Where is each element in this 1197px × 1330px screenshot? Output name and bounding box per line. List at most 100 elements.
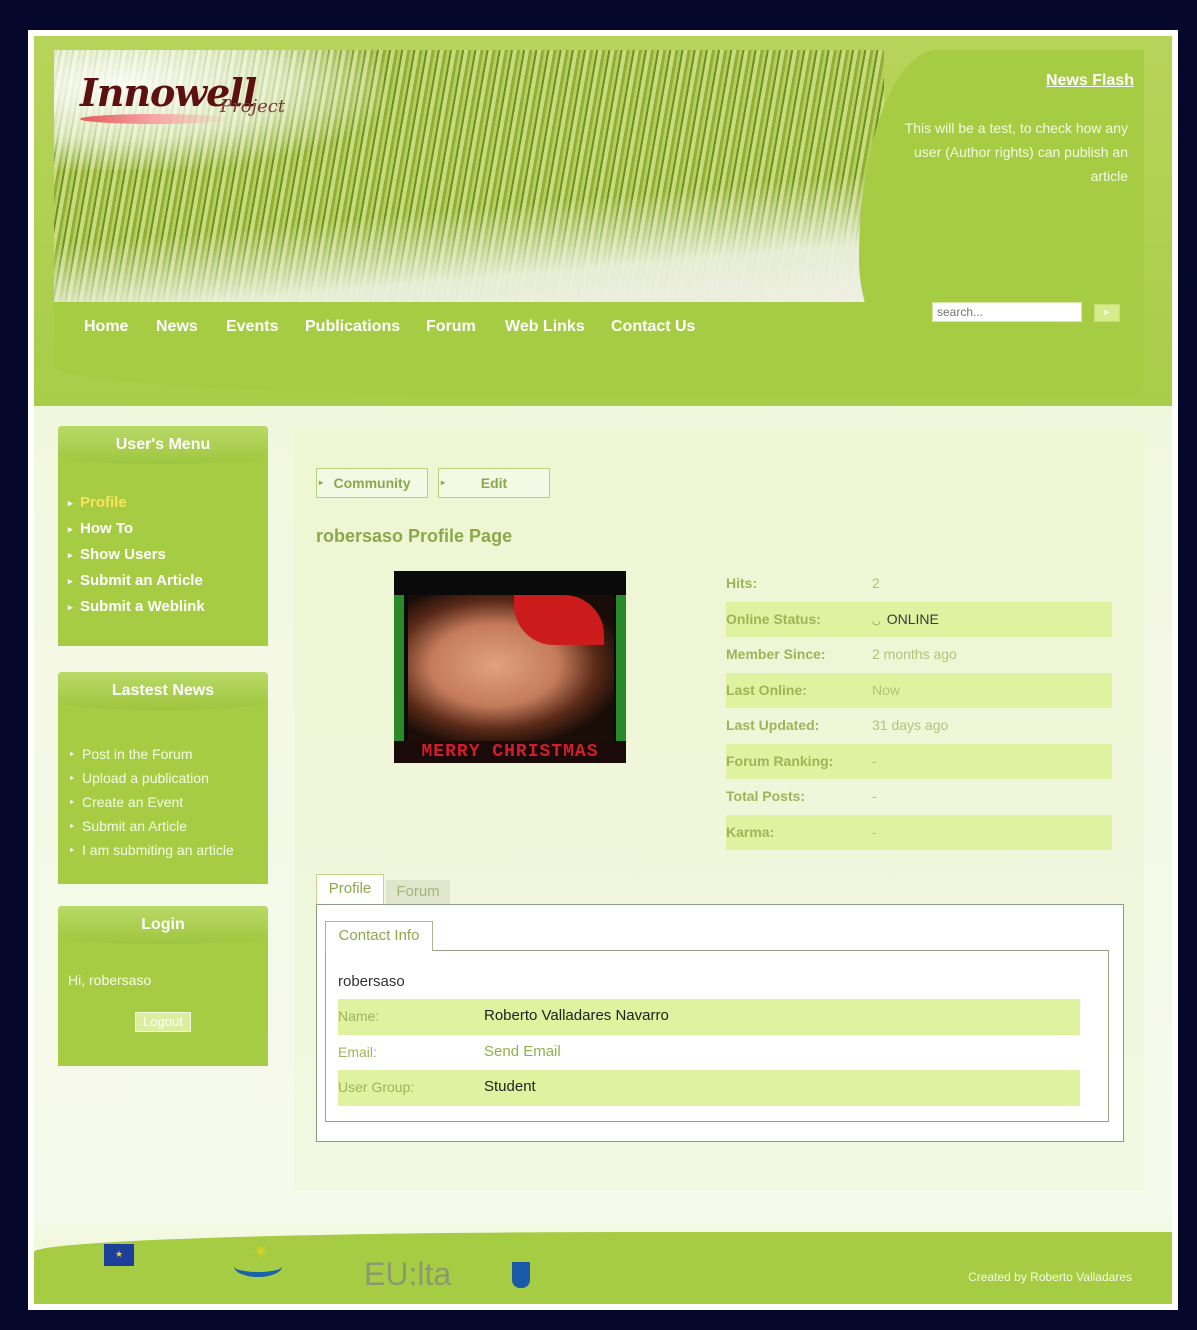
stat-value: 2 months ago — [872, 646, 957, 662]
eu-flag-logo: ★ — [104, 1244, 134, 1266]
nav-web-links[interactable]: Web Links — [505, 318, 585, 336]
avatar-caption: MERRY CHRISTMAS — [394, 741, 626, 763]
login-module: Login Hi, robersaso Logout — [58, 906, 268, 1066]
stat-label: Last Updated: — [726, 717, 820, 733]
stat-value: - — [872, 752, 877, 769]
info-value: Student — [484, 1078, 536, 1095]
search-button[interactable]: ▸ — [1094, 304, 1120, 322]
users-menu-title: User's Menu — [58, 426, 268, 464]
bullet-arrow-icon: ▸ — [441, 478, 446, 487]
stat-row-total-posts: Total Posts: - — [726, 779, 1112, 815]
menu-item-show-users[interactable]: ▸ Show Users — [58, 542, 268, 568]
tab-forum[interactable]: Forum — [386, 880, 450, 904]
login-title: Login — [58, 906, 268, 944]
nav-home[interactable]: Home — [84, 318, 128, 336]
logo-swoosh — [80, 114, 230, 124]
info-value: Roberto Valladares Navarro — [484, 1007, 669, 1024]
info-label: User Group: — [338, 1079, 415, 1095]
bullet-arrow-icon: ▸ — [68, 524, 73, 534]
arrow-right-icon: ▸ — [1104, 307, 1110, 318]
nav-news[interactable]: News — [156, 318, 198, 336]
avatar-border — [616, 595, 626, 741]
profile-stats: Hits: 2 Online Status: ◡ ONLINE Member Si… — [726, 566, 1112, 850]
news-item-label: Post in the Forum — [82, 746, 193, 762]
menu-item-label: How To — [80, 520, 134, 537]
menu-item-label: Submit a Weblink — [80, 598, 205, 615]
main-content: ▸ Community ▸ Edit robersaso Profile Page … — [294, 430, 1144, 1190]
stat-label: Forum Ranking: — [726, 752, 834, 769]
latest-news-title: Lastest News — [58, 672, 268, 710]
turku-university-logo: ✳ — [234, 1242, 284, 1277]
page: Innowell Project News Flash This will be… — [28, 30, 1178, 1310]
menu-item-submit-article[interactable]: ▸ Submit an Article — [58, 568, 268, 594]
stat-row-karma: Karma: - — [726, 814, 1112, 850]
footer-credits: Created by Roberto Valladares — [968, 1270, 1132, 1284]
logout-button[interactable]: Logout — [135, 1012, 191, 1032]
news-item-label: Submit an Article — [82, 818, 188, 834]
search-input[interactable] — [932, 302, 1082, 322]
nav-publications[interactable]: Publications — [305, 318, 400, 336]
stat-row-last-updated: Last Updated: 31 days ago — [726, 708, 1112, 744]
latest-news-module: Lastest News ▸ Post in the Forum ▸ Upload … — [58, 672, 268, 884]
main-nav: Home News Events Publications Forum Web … — [54, 302, 894, 362]
news-flash-text: This will be a test, to check how any us… — [904, 120, 1128, 184]
news-item[interactable]: ▸ Create an Event — [58, 790, 268, 814]
site-logo[interactable]: Innowell Project — [80, 70, 300, 140]
stat-label: Member Since: — [726, 646, 826, 662]
news-item-label: Upload a publication — [82, 770, 209, 786]
news-item-label: I am submiting an article — [82, 842, 234, 858]
bullet-arrow-icon: ▸ — [70, 749, 75, 758]
stat-label: Karma: — [726, 823, 775, 840]
stat-row-last-online: Last Online: Now — [726, 672, 1112, 708]
nav-contact-us[interactable]: Contact Us — [611, 318, 695, 336]
bullet-arrow-icon: ▸ — [70, 797, 75, 806]
profile-tab-panel: Contact Info robersaso Name: Roberto Val… — [316, 904, 1124, 1142]
bullet-arrow-icon: ▸ — [70, 845, 75, 854]
tab-edit[interactable]: ▸ Edit — [438, 468, 550, 498]
menu-item-submit-weblink[interactable]: ▸ Submit a Weblink — [58, 594, 268, 620]
tab-profile[interactable]: Profile — [316, 874, 384, 904]
stat-value: Now — [872, 681, 901, 698]
news-item[interactable]: ▸ Post in the Forum — [58, 742, 268, 766]
news-item[interactable]: ▸ Upload a publication — [58, 766, 268, 790]
news-flash-title[interactable]: News Flash — [1046, 72, 1134, 90]
logo-subtitle: Project — [220, 96, 286, 117]
bullet-arrow-icon: ▸ — [319, 478, 324, 487]
bullet-arrow-icon: ▸ — [68, 498, 73, 508]
stat-row-forum-ranking: Forum Ranking: - — [726, 743, 1112, 779]
info-row-email: Email: Send Email — [338, 1035, 1080, 1071]
contact-info-table: Name: Roberto Valladares Navarro Email: … — [338, 999, 1080, 1106]
news-item-label: Create an Event — [82, 794, 184, 810]
users-menu-list: ▸ Profile ▸ How To ▸ Show Users ▸ Submit an … — [58, 464, 268, 620]
bullet-arrow-icon: ▸ — [68, 576, 73, 586]
info-label: Email: — [338, 1043, 377, 1060]
stat-value: - — [872, 788, 877, 804]
avatar: MERRY CHRISTMAS — [394, 571, 626, 763]
nav-events[interactable]: Events — [226, 318, 278, 336]
menu-item-profile[interactable]: ▸ Profile — [58, 490, 268, 516]
eulta-logo: EU:lta — [364, 1256, 452, 1292]
username: robersaso — [338, 973, 405, 990]
online-status-icon: ◡ — [872, 615, 881, 627]
news-item[interactable]: ▸ Submit an Article — [58, 814, 268, 838]
menu-item-how-to[interactable]: ▸ How To — [58, 516, 268, 542]
stat-label: Hits: — [726, 575, 758, 591]
menu-item-label: Profile — [80, 494, 127, 511]
login-greeting: Hi, robersaso — [68, 972, 152, 988]
stat-value: 2 — [872, 575, 880, 591]
tab-contact-info[interactable]: Contact Info — [325, 921, 433, 951]
stat-label: Last Online: — [726, 681, 807, 698]
footer — [34, 1232, 1172, 1304]
tab-community[interactable]: ▸ Community — [316, 468, 428, 498]
stat-value-wrap: ◡ ONLINE — [872, 611, 939, 627]
news-item[interactable]: ▸ I am submiting an article — [58, 838, 268, 862]
stat-row-member-since: Member Since: 2 months ago — [726, 637, 1112, 673]
stat-value: ONLINE — [886, 610, 939, 627]
stat-row-online-status: Online Status: ◡ ONLINE — [726, 601, 1112, 637]
bullet-arrow-icon: ▸ — [68, 602, 73, 612]
avatar-border — [394, 595, 404, 741]
send-email-link[interactable]: Send Email — [484, 1043, 561, 1060]
turku-arc — [234, 1256, 282, 1277]
nav-forum[interactable]: Forum — [426, 318, 476, 336]
page-title: robersaso Profile Page — [316, 526, 513, 546]
